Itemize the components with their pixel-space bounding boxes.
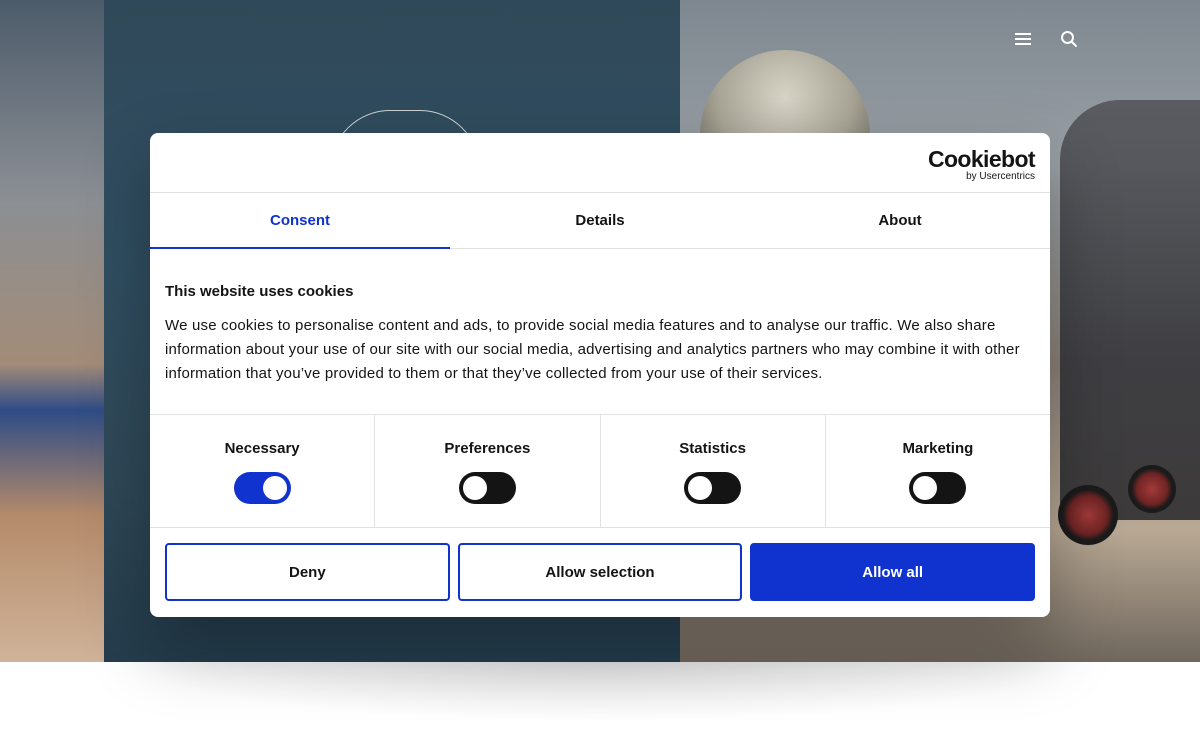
dialog-body: This website uses cookies We use cookies… <box>150 249 1050 414</box>
dialog-description: We use cookies to personalise content an… <box>165 317 1020 382</box>
dialog-title: This website uses cookies <box>165 283 354 300</box>
hero-bottom-shadow <box>120 662 1080 722</box>
hero-cart-shape <box>1060 100 1200 520</box>
statistics-toggle[interactable] <box>684 472 742 504</box>
header-icons <box>1012 28 1080 50</box>
toggle-knob <box>262 476 287 500</box>
brand-subtitle: by Usercentrics <box>966 171 1035 182</box>
preferences-toggle[interactable] <box>458 472 516 504</box>
toggle-knob <box>688 476 713 500</box>
category-statistics: Statistics <box>599 415 825 527</box>
dialog-tabs: Consent Details About <box>150 193 1050 249</box>
toggle-knob <box>913 476 938 500</box>
hero-wheel-shape <box>1128 465 1176 513</box>
toggle-knob <box>462 476 487 500</box>
cookie-categories: Necessary Preferences Statistics Marketi… <box>150 414 1050 528</box>
dialog-actions: Deny Allow selection Allow all <box>150 528 1050 616</box>
marketing-toggle[interactable] <box>909 472 967 504</box>
tab-consent[interactable]: Consent <box>150 193 450 249</box>
menu-icon[interactable] <box>1012 28 1034 50</box>
tab-about[interactable]: About <box>750 193 1050 248</box>
allow-all-button[interactable]: Allow all <box>750 543 1036 601</box>
tab-details[interactable]: Details <box>450 193 750 248</box>
cookie-consent-dialog: Cookiebot by Usercentrics Consent Detail… <box>150 133 1050 617</box>
category-label: Statistics <box>679 440 746 457</box>
category-label: Marketing <box>902 440 974 457</box>
category-necessary: Necessary <box>150 415 374 527</box>
cookiebot-logo: Cookiebot by Usercentrics <box>927 146 1036 182</box>
category-label: Preferences <box>444 440 531 457</box>
hero-image-left <box>0 0 104 662</box>
search-icon[interactable] <box>1058 28 1080 50</box>
brand-name: Cookiebot <box>927 146 1036 172</box>
necessary-toggle[interactable] <box>233 472 291 504</box>
category-label: Necessary <box>224 440 300 457</box>
dialog-header: Cookiebot by Usercentrics <box>150 133 1050 193</box>
deny-button[interactable]: Deny <box>165 543 450 601</box>
allow-selection-button[interactable]: Allow selection <box>457 543 743 601</box>
hero-wheel-shape <box>1058 485 1118 545</box>
category-marketing: Marketing <box>824 415 1050 527</box>
category-preferences: Preferences <box>374 415 599 527</box>
